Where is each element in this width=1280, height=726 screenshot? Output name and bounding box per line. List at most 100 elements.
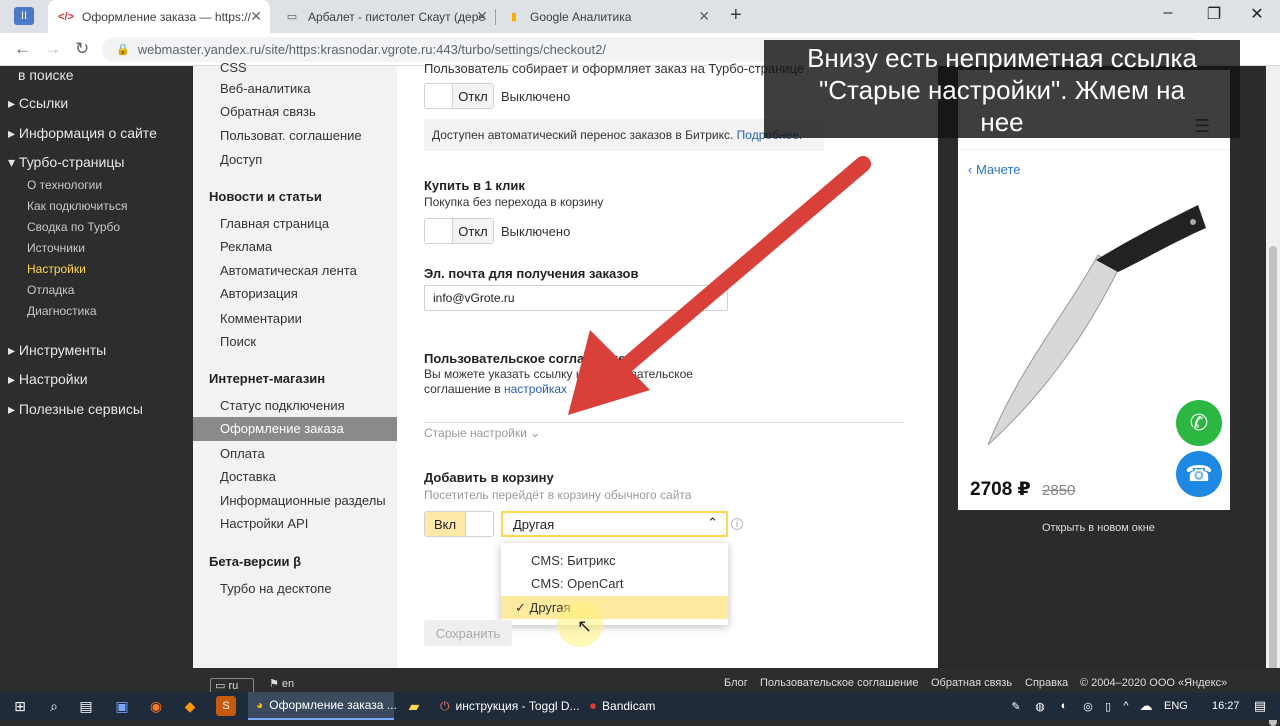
nav-item-delivery[interactable]: Доставка (220, 469, 276, 484)
option-other[interactable]: ✓ Другая (501, 596, 728, 619)
check-icon: ✓ (515, 599, 526, 615)
cart-toggle[interactable]: Откл (424, 83, 494, 109)
toggl-icon: ⏻ (440, 698, 450, 713)
nav-item-auto-feed[interactable]: Автоматическая лента (220, 263, 357, 278)
footer-link-agreement[interactable]: Пользовательское соглашение (760, 677, 918, 689)
buy-one-click-title: Купить в 1 клик (424, 178, 525, 193)
nav-item-checkout[interactable]: Оформление заказа (220, 421, 344, 436)
nav-item-comments[interactable]: Комментарии (220, 311, 302, 326)
tab-google-analytics[interactable]: ▮ Google Аналитика ✕ (496, 0, 718, 33)
whatsapp-icon[interactable]: ✆ (1176, 400, 1222, 446)
sidebar-item-tools[interactable]: ▸ Инструменты (8, 342, 106, 359)
record-icon: ⏺ (590, 698, 597, 713)
tray-icon[interactable]: ✎ (1006, 696, 1026, 716)
option-opencart[interactable]: CMS: OpenCart (501, 572, 728, 595)
nav-item-payment[interactable]: Оплата (220, 446, 265, 461)
taskbar-app-toggl[interactable]: ⏻ инструкция - Toggl D... (434, 692, 580, 720)
nav-item-web-analytics[interactable]: Веб-аналитика (220, 81, 310, 96)
close-icon[interactable]: ✕ (698, 8, 710, 25)
divider (424, 422, 904, 423)
footer-link-blog[interactable]: Блог (724, 677, 748, 689)
open-new-window-link[interactable]: Открыть в новом окне (1042, 522, 1155, 534)
forward-arrow-icon[interactable]: → (44, 39, 61, 59)
new-tab-button[interactable]: + (730, 4, 742, 27)
taskbar-app-chrome[interactable]: ◕ Оформление заказа ... (248, 692, 397, 720)
sidebar-sub-sources[interactable]: Источники (27, 241, 85, 255)
minimize-button[interactable]: – (1145, 4, 1191, 22)
close-window-button[interactable]: ✕ (1234, 4, 1280, 24)
sidebar-sub-about[interactable]: О технологии (27, 178, 102, 192)
tray-icon[interactable]: ◐ (1054, 696, 1074, 716)
sidebar-toggle-icon[interactable]: II (14, 7, 34, 25)
sidebar-sub-debug[interactable]: Отладка (27, 283, 74, 297)
sidebar-sub-settings[interactable]: Настройки (27, 262, 86, 276)
add-to-cart-toggle[interactable]: Вкл (424, 511, 494, 537)
sidebar-sub-diagnostics[interactable]: Диагностика (27, 304, 97, 318)
tray-icon[interactable]: ◎ (1078, 696, 1098, 716)
notifications-icon[interactable]: ▤ (1250, 696, 1270, 716)
sidebar-sub-summary[interactable]: Сводка по Турбо (27, 220, 120, 234)
select-value: Другая (513, 516, 555, 532)
task-view-icon[interactable]: ▤ (76, 696, 96, 716)
nav-item-css[interactable]: CSS (220, 60, 247, 75)
app-s-icon[interactable]: S (216, 696, 236, 716)
nav-item-status[interactable]: Статус подключения (220, 398, 345, 413)
chrome-icon: ◕ (256, 698, 264, 712)
tray-icon[interactable]: ^ (1116, 696, 1136, 716)
clock[interactable]: 16:27 (1212, 692, 1240, 720)
tray-icon[interactable]: ▯ (1098, 696, 1118, 716)
nav-item-user-agreement[interactable]: Пользоват. соглашение (220, 128, 362, 143)
close-icon[interactable]: ✕ (476, 8, 488, 25)
tray-icon[interactable]: ◍ (1030, 696, 1050, 716)
agreement-settings-link[interactable]: настройках (504, 382, 567, 396)
save-app-icon[interactable]: ▣ (112, 696, 132, 716)
phone-icon[interactable]: ☎ (1176, 451, 1222, 497)
nav-item-api[interactable]: Настройки API (220, 516, 308, 531)
tab-checkout[interactable]: </> Оформление заказа — https:// ✕ (48, 0, 270, 33)
page-scrollbar[interactable] (1266, 66, 1280, 726)
page-icon: ▭ (286, 11, 298, 23)
sidebar-sub-connect[interactable]: Как подключиться (27, 199, 127, 213)
nav-item-search[interactable]: Поиск (220, 334, 256, 349)
sidebar-item-search[interactable]: в поиске (18, 67, 74, 83)
save-button[interactable]: Сохранить (424, 620, 512, 646)
windows-start-icon[interactable]: ⊞ (10, 696, 30, 716)
close-icon[interactable]: ✕ (250, 8, 262, 25)
sidebar-item-settings[interactable]: ▸ Настройки (8, 371, 88, 388)
nav-item-feedback[interactable]: Обратная связь (220, 104, 316, 119)
nav-item-main-page[interactable]: Главная страница (220, 216, 329, 231)
nav-item-ads[interactable]: Реклама (220, 239, 272, 254)
back-arrow-icon[interactable]: ← (14, 39, 31, 59)
footer-link-help[interactable]: Справка (1025, 677, 1068, 689)
reload-icon[interactable]: ↻ (75, 39, 89, 59)
taskbar-app-bandicam[interactable]: ⏺ Bandicam (584, 692, 684, 720)
keyboard-language[interactable]: ENG (1164, 692, 1188, 720)
main-sidebar: в поиске ▸ Ссылки ▸ Информация о сайте ▾… (0, 66, 193, 692)
search-icon[interactable]: ⌕ (44, 696, 64, 716)
nav-item-desktop-turbo[interactable]: Турбо на десктопе (220, 581, 332, 596)
maximize-button[interactable]: ❐ (1191, 4, 1237, 24)
option-bitrix[interactable]: CMS: Битрикс (501, 549, 728, 572)
buy-one-click-toggle[interactable]: Откл (424, 218, 494, 244)
nav-item-access[interactable]: Доступ (220, 152, 262, 167)
old-settings-link[interactable]: Старые настройки ⌄ (424, 426, 540, 440)
nav-item-info-sections[interactable]: Информационные разделы (220, 493, 386, 508)
nav-item-auth[interactable]: Авторизация (220, 286, 298, 301)
cloud-icon[interactable]: ☁ (1136, 696, 1156, 716)
sticky-notes-icon[interactable]: ▰ (404, 696, 424, 716)
scrollbar-thumb[interactable] (1269, 246, 1277, 726)
footer-link-feedback[interactable]: Обратная связь (931, 677, 1012, 689)
back-link[interactable]: ‹ Мачете (968, 162, 1020, 177)
cms-select[interactable]: Другая ⌃ (501, 511, 728, 537)
sidebar-item-site-info[interactable]: ▸ Информация о сайте (8, 125, 157, 142)
sidebar-item-services[interactable]: ▸ Полезные сервисы (8, 401, 143, 418)
tab-crossbow[interactable]: ▭ Арбалет - пистолет Скаут (дере ✕ (274, 0, 496, 33)
info-icon[interactable]: i (731, 518, 743, 530)
sidebar-item-turbo[interactable]: ▾ Турбо-страницы (8, 154, 124, 171)
firefox-icon[interactable]: ◉ (146, 696, 166, 716)
lang-en-button[interactable]: ⚑ en (269, 677, 294, 690)
sidebar-item-label: Настройки (18, 371, 88, 387)
sidebar-item-links[interactable]: ▸ Ссылки (8, 95, 68, 112)
sublime-icon[interactable]: ◆ (180, 696, 200, 716)
notice-text: Доступен автоматический перенос заказов … (432, 128, 734, 142)
